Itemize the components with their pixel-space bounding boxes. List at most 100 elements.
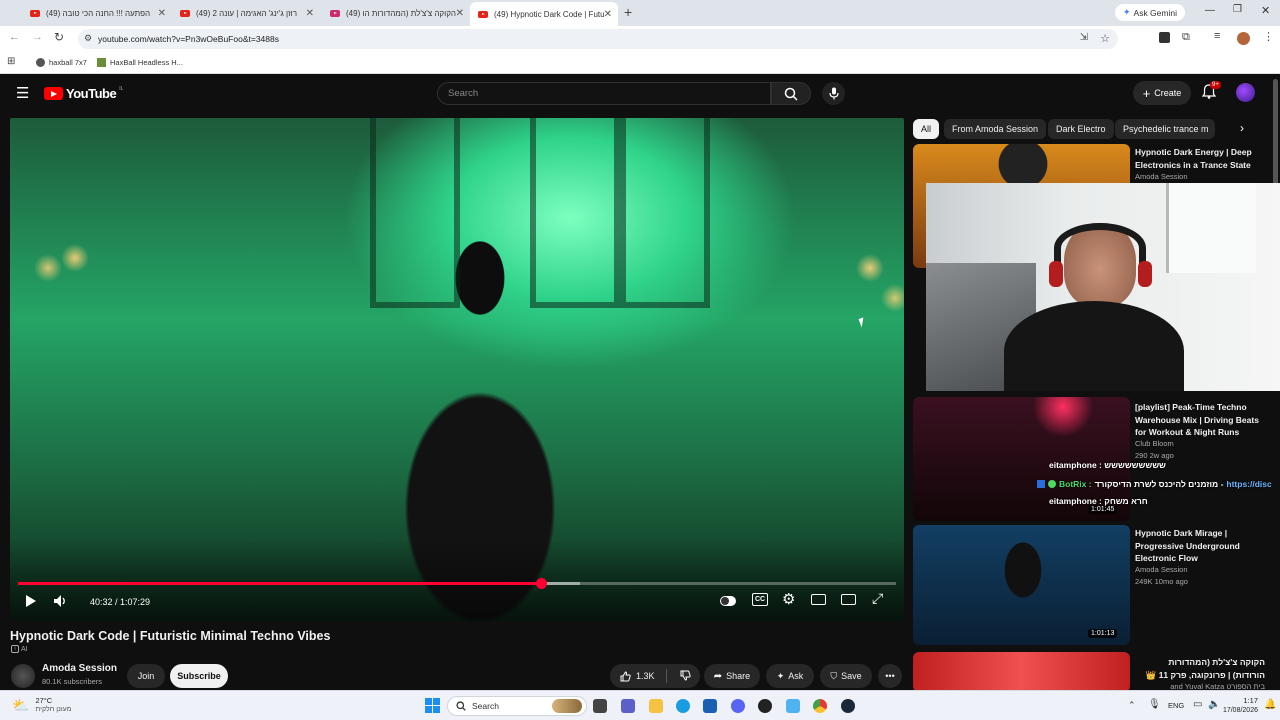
browser-tab[interactable]: (49) הפתעה !!! החנה הכי טובה ✕: [30, 3, 166, 23]
mute-button[interactable]: [53, 594, 69, 611]
bookmark-star-icon[interactable]: ☆: [1100, 32, 1110, 45]
video-thumbnail[interactable]: [913, 525, 1130, 645]
ask-button[interactable]: ✦ Ask: [766, 664, 814, 688]
start-button[interactable]: [425, 698, 440, 713]
autoplay-toggle[interactable]: [720, 596, 736, 606]
teams-icon[interactable]: [621, 699, 635, 713]
bookmark-item[interactable]: HaxBall Headless H...: [97, 58, 183, 67]
search-button[interactable]: [771, 82, 811, 105]
close-tab-icon[interactable]: ✕: [604, 9, 612, 20]
channel-avatar[interactable]: [11, 664, 35, 688]
url-text[interactable]: youtube.com/watch?v=Pn3wOeBuFoo&t=3488s: [98, 34, 279, 44]
close-tab-icon[interactable]: ✕: [456, 8, 464, 19]
recommendation-title[interactable]: Hypnotic Dark Energy | Deep Electronics …: [1135, 146, 1265, 171]
close-window-button[interactable]: ✕: [1261, 4, 1270, 17]
address-bar[interactable]: ⚙ youtube.com/watch?v=Pn3wOeBuFoo&t=3488…: [78, 29, 1118, 49]
clock[interactable]: 1:17 17/08/2026: [1222, 696, 1258, 716]
profile-avatar[interactable]: [1237, 32, 1250, 45]
recommendation-item[interactable]: 1:01:13 Hypnotic Dark Mirage | Progressi…: [913, 525, 1273, 649]
volume-tray-icon[interactable]: 🔈: [1208, 699, 1220, 710]
chip-psychedelic-trance[interactable]: Psychedelic trance m: [1115, 119, 1215, 139]
notifications-button[interactable]: 9+: [1201, 81, 1221, 104]
minimize-window-button[interactable]: —: [1205, 5, 1215, 16]
join-button[interactable]: Join: [127, 664, 165, 688]
cast-icon[interactable]: [841, 594, 856, 605]
media-controls-icon[interactable]: ≡: [1214, 30, 1220, 42]
like-count: 1.3K: [636, 671, 655, 681]
taskbar-search-box[interactable]: Search: [447, 696, 587, 716]
chip-all[interactable]: All: [913, 119, 940, 139]
back-button[interactable]: ←: [9, 31, 20, 43]
browser-tab-active[interactable]: (49) Hypnotic Dark Code | Futu ✕: [470, 2, 618, 26]
thumbs-down-icon: [680, 670, 691, 681]
video-thumbnail[interactable]: [913, 652, 1130, 692]
maximize-window-button[interactable]: ❐: [1233, 4, 1242, 15]
chevron-right-icon[interactable]: ›: [1240, 121, 1244, 135]
extension-icon[interactable]: [1159, 32, 1170, 43]
chrome-icon[interactable]: [813, 699, 827, 713]
channel-name[interactable]: Amoda Session: [42, 663, 117, 674]
install-app-icon[interactable]: ⇲: [1080, 32, 1088, 43]
microphone-tray-icon[interactable]: 🎙: [1148, 699, 1161, 710]
youtube-logo[interactable]: YouTube IL: [44, 86, 123, 101]
recommendation-title[interactable]: Hypnotic Dark Mirage | Progressive Under…: [1135, 527, 1265, 565]
chrome-menu-icon[interactable]: ⋮: [1263, 30, 1274, 43]
settings-gear-icon[interactable]: ⚙: [782, 590, 795, 608]
video-player[interactable]: 40:32 / 1:07:29 CC ⚙ ⤢: [10, 118, 904, 621]
account-avatar[interactable]: [1236, 83, 1255, 102]
browser-tab[interactable]: (49) הקוקה צ'צ'לת (המהדורות הו ✕: [330, 3, 464, 23]
apps-grid-icon[interactable]: ⊞: [7, 56, 15, 67]
save-button[interactable]: ⛉ Save: [820, 664, 872, 688]
recommendation-title[interactable]: הקוקה צ'צ'לת (המהדורות הורודות) | פרונקו…: [1135, 656, 1265, 681]
share-button[interactable]: ➦ Share: [704, 664, 760, 688]
create-button[interactable]: + Create: [1133, 81, 1191, 105]
edge-icon[interactable]: [676, 699, 690, 713]
subtitles-icon[interactable]: CC: [752, 593, 769, 606]
chip-from-channel[interactable]: From Amoda Session: [944, 119, 1047, 139]
chat-link[interactable]: https://disc: [1226, 479, 1271, 489]
window-frame-decoration: [620, 118, 710, 308]
close-tab-icon[interactable]: ✕: [158, 8, 166, 19]
miniplayer-icon[interactable]: [811, 594, 826, 605]
app-icon[interactable]: [786, 699, 800, 713]
forward-button[interactable]: →: [32, 31, 43, 43]
play-button[interactable]: [25, 594, 37, 611]
app-icon[interactable]: [758, 699, 772, 713]
site-info-icon[interactable]: ⚙: [84, 33, 92, 44]
steam-icon[interactable]: [841, 699, 855, 713]
store-icon[interactable]: [703, 699, 717, 713]
fullscreen-icon[interactable]: ⤢: [872, 590, 883, 607]
weather-widget[interactable]: ⛅ 27°C מעונן חלקית: [12, 696, 71, 714]
like-button[interactable]: 1.3K: [620, 670, 655, 682]
language-indicator[interactable]: ENG: [1168, 701, 1184, 710]
browser-toolbar: ← → ↻ ⚙ youtube.com/watch?v=Pn3wOeBuFoo&…: [0, 26, 1280, 52]
tray-chevron-up-icon[interactable]: ⌃: [1128, 700, 1136, 711]
ask-gemini-button[interactable]: ✦ Ask Gemini: [1115, 4, 1185, 21]
file-explorer-icon[interactable]: [649, 699, 663, 713]
subscribe-button[interactable]: Subscribe: [170, 664, 228, 688]
headset-ear-right: [1138, 261, 1152, 287]
dislike-button[interactable]: [680, 670, 691, 683]
voice-search-button[interactable]: [822, 82, 845, 105]
recommendation-item[interactable]: הקוקה צ'צ'לת (המהדורות הורודות) | פרונקו…: [913, 652, 1273, 692]
progress-bar[interactable]: [18, 578, 896, 589]
hamburger-menu-icon[interactable]: ☰: [16, 84, 29, 102]
task-view-icon[interactable]: [593, 699, 607, 713]
search-input[interactable]: Search: [437, 82, 771, 105]
new-tab-button[interactable]: +: [624, 4, 632, 20]
recommendation-channel[interactable]: Club Bloom: [1135, 439, 1174, 448]
discord-icon[interactable]: [731, 699, 745, 713]
recommendation-channel[interactable]: Amoda Session: [1135, 565, 1188, 574]
extensions-puzzle-icon[interactable]: ⧉: [1182, 31, 1190, 44]
recommendation-title[interactable]: [playlist] Peak-Time Techno Warehouse Mi…: [1135, 401, 1265, 439]
monitor-tray-icon[interactable]: ▭: [1193, 699, 1202, 710]
recommendation-channel[interactable]: Amoda Session: [1135, 172, 1188, 181]
more-actions-button[interactable]: •••: [878, 664, 902, 688]
close-tab-icon[interactable]: ✕: [306, 8, 314, 19]
reload-button[interactable]: ↻: [54, 30, 64, 44]
browser-tab[interactable]: (49) רוזן ג'ינג' האגימה | עונה 2 ✕: [180, 3, 314, 23]
tab-title: (49) הפתעה !!! החנה הכי טובה: [46, 8, 151, 18]
bookmark-item[interactable]: haxball 7x7: [36, 58, 87, 67]
chip-dark-electro[interactable]: Dark Electro: [1048, 119, 1114, 139]
notification-bell-icon[interactable]: 🔔: [1264, 699, 1276, 710]
